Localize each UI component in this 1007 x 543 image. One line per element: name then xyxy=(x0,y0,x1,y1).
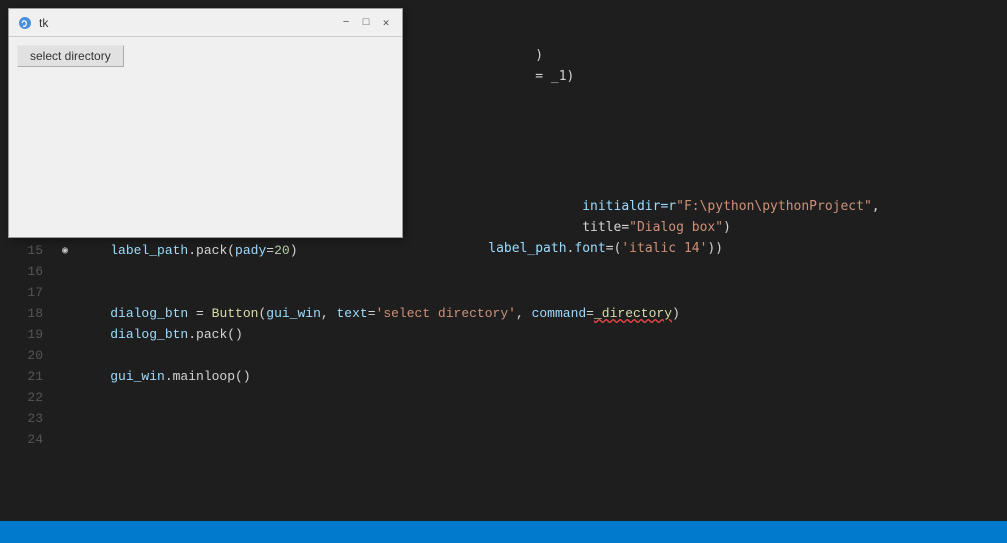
status-bar xyxy=(0,521,1007,543)
tk-titlebar: tk − □ ✕ xyxy=(9,9,402,37)
code-line-15: label_path.pack(pady=20) xyxy=(79,240,1007,261)
code-line-18: dialog_btn = Button(gui_win, text='selec… xyxy=(79,303,1007,324)
line-num-20: 20 xyxy=(10,345,43,366)
code-content: label_path.pack(pady=20) dialog_btn = Bu… xyxy=(75,240,1007,521)
tk-title: tk xyxy=(39,16,338,30)
code-line-21: gui_win.mainloop() xyxy=(79,366,1007,387)
partial-line-1: ) xyxy=(410,45,1007,66)
close-button[interactable]: ✕ xyxy=(378,15,394,31)
line-num-24: 24 xyxy=(10,429,43,450)
code-line-20 xyxy=(79,345,1007,366)
line-num-16: 16 xyxy=(10,261,43,282)
line-num-15: 15 xyxy=(10,240,43,261)
minimize-button[interactable]: − xyxy=(338,15,354,31)
tk-app-icon xyxy=(17,15,33,31)
tk-body: select directory xyxy=(9,37,402,237)
breakpoint-15: ◉ xyxy=(55,240,75,261)
code-line-22 xyxy=(79,387,1007,408)
line-num-21: 21 xyxy=(10,366,43,387)
window-controls: − □ ✕ xyxy=(338,15,394,31)
breakpoint-col: ◉ xyxy=(55,240,75,521)
code-line-19: dialog_btn.pack() xyxy=(79,324,1007,345)
code-line-24 xyxy=(79,429,1007,450)
breakpoint-icon: ◉ xyxy=(62,245,68,257)
line-num-23: 23 xyxy=(10,408,43,429)
partial-line-3: initialdir=r"F:\python\pythonProject", xyxy=(410,175,1007,196)
code-line-16 xyxy=(79,261,1007,282)
tk-window: tk − □ ✕ select directory xyxy=(8,8,403,238)
line-num-17: 17 xyxy=(10,282,43,303)
maximize-button[interactable]: □ xyxy=(358,15,374,31)
select-directory-button[interactable]: select directory xyxy=(17,45,124,67)
line-num-18: 18 xyxy=(10,303,43,324)
line-num-19: 19 xyxy=(10,324,43,345)
line-numbers: 15 16 17 18 19 20 21 22 23 24 xyxy=(0,240,55,521)
code-line-23 xyxy=(79,408,1007,429)
code-line-17 xyxy=(79,282,1007,303)
feather-icon xyxy=(18,16,32,30)
line-num-22: 22 xyxy=(10,387,43,408)
partial-line-2: = _1) xyxy=(410,66,1007,87)
